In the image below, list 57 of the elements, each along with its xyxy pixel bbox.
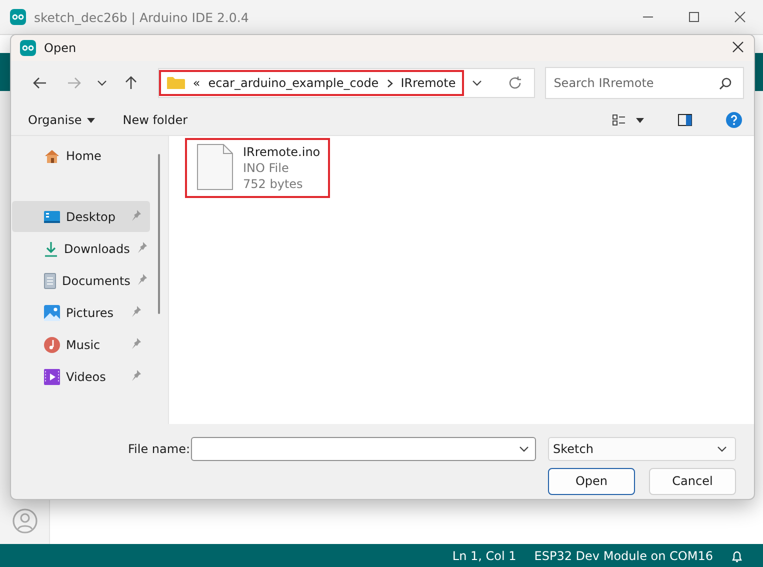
document-icon — [44, 272, 56, 288]
chevron-down-icon — [519, 446, 529, 452]
dialog-button[interactable]: Cancel — [649, 468, 736, 494]
chevron-down-icon — [97, 80, 108, 86]
nav-item[interactable]: Desktop — [12, 201, 150, 232]
folder-icon — [166, 76, 185, 90]
close-icon — [732, 40, 744, 52]
bell-icon — [731, 548, 743, 562]
up-arrow-icon — [125, 76, 138, 90]
file-name-field[interactable] — [191, 437, 536, 461]
view-options-icon — [612, 114, 626, 126]
download-icon — [44, 240, 58, 256]
breadcrumb-item[interactable]: IRremote — [400, 76, 456, 90]
dialog-logo-icon — [20, 40, 36, 56]
home-icon — [44, 148, 60, 164]
forward-arrow-icon — [66, 77, 81, 89]
window-title: sketch_dec26b | Arduino IDE 2.0.4 — [34, 10, 249, 24]
file-type-dropdown[interactable]: Sketch — [548, 437, 736, 461]
music-icon — [44, 336, 60, 352]
file-name-label: File name: — [128, 442, 190, 456]
help-icon — [726, 112, 742, 128]
desktop-icon — [44, 210, 60, 224]
dialog-title: Open — [44, 41, 76, 55]
dialog-button[interactable]: Open — [548, 468, 635, 494]
search-field[interactable]: Search IRremote — [544, 67, 744, 99]
back-arrow-icon — [32, 77, 47, 89]
overflow-chevron[interactable]: « — [192, 76, 200, 90]
cursor-position[interactable]: Ln 1, Col 1 — [452, 548, 516, 562]
file-item[interactable]: IRremote.ino INO File 752 bytes — [185, 138, 330, 198]
board-status[interactable]: ESP32 Dev Module on COM16 — [534, 548, 713, 562]
organise-menu[interactable]: Organise — [28, 105, 95, 135]
preview-pane-icon — [678, 114, 692, 126]
address-bar[interactable]: « ecar_arduino_example_code IRremote — [158, 68, 535, 98]
chevron-down-icon — [717, 446, 727, 452]
maximize-icon — [688, 11, 700, 23]
nav-item[interactable]: Documents — [12, 265, 150, 296]
nav-item[interactable]: Pictures — [12, 297, 150, 328]
user-icon — [12, 508, 38, 534]
refresh-icon — [508, 76, 522, 90]
video-icon — [44, 368, 60, 384]
app-logo-icon — [10, 9, 26, 25]
caret-icon — [86, 118, 95, 122]
chevron-right-icon — [386, 78, 393, 88]
new-folder-button[interactable]: New folder — [122, 109, 188, 131]
search-icon — [718, 77, 732, 90]
nav-item[interactable]: Videos — [12, 361, 150, 392]
breadcrumb-item[interactable]: ecar_arduino_example_code — [208, 76, 379, 90]
pictures-icon — [44, 304, 60, 320]
scrollbar[interactable] — [158, 154, 160, 314]
caret-icon — [636, 118, 644, 122]
file-icon — [197, 144, 233, 190]
breadcrumb-path[interactable]: « ecar_arduino_example_code IRremote — [158, 70, 464, 96]
close-icon — [734, 11, 746, 23]
chevron-down-icon — [472, 80, 482, 86]
nav-item[interactable]: Downloads — [12, 233, 150, 264]
nav-item[interactable]: Home — [12, 140, 150, 171]
nav-item[interactable]: Music — [12, 329, 150, 360]
